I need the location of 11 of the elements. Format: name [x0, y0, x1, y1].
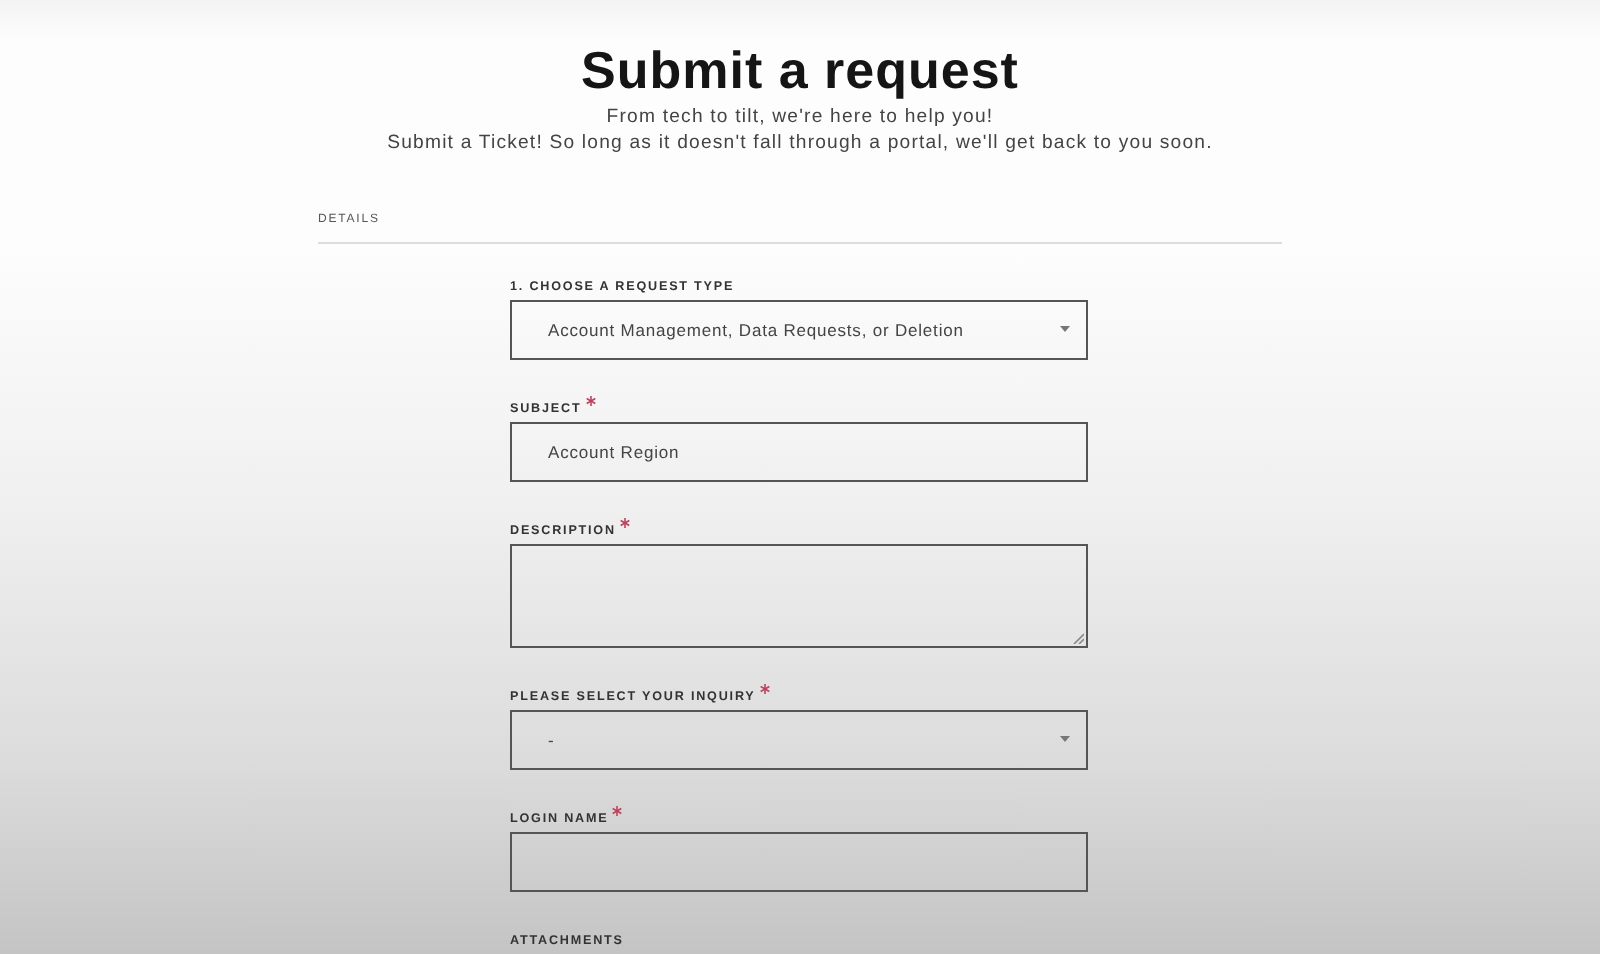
select-field[interactable]: - — [510, 710, 1088, 770]
caret-icon — [1060, 735, 1070, 741]
page-title: Submit a request — [581, 40, 1019, 100]
caret-icon — [1060, 325, 1070, 331]
subtitle-text: Submit a Ticket! So long as it doesn't fall through a portal, we'll get back to you soon. — [387, 130, 1213, 156]
subtitle-text: From tech to tilt, we're here to help you! — [604, 104, 996, 130]
resize-grip-icon[interactable] — [1072, 632, 1084, 644]
text-area[interactable] — [510, 544, 1088, 648]
select-field[interactable]: Account Management, Data Requests, or Deletion — [510, 300, 1088, 360]
text-field[interactable] — [510, 832, 1088, 892]
text-field[interactable]: Account Region — [510, 422, 1088, 482]
